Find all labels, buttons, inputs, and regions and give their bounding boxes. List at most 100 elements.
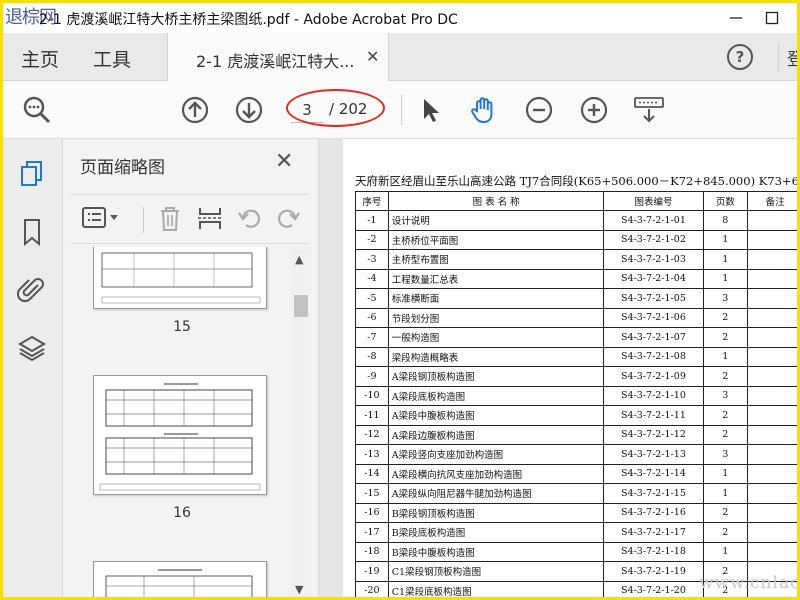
table-cell-name: 节段划分图 [387, 307, 605, 328]
table-cell-note [747, 288, 797, 309]
table-cell-no: -1 [355, 210, 389, 231]
table-row: -9 A梁段钢顶板构造图 S4-3-7-2-1-09 2 [355, 366, 797, 387]
table-cell-no: -19 [355, 561, 389, 582]
table-cell-no: -2 [355, 229, 389, 250]
table-cell-no: -3 [355, 249, 389, 270]
table-cell-code: S4-3-7-2-1-06 [603, 307, 704, 328]
layers-icon[interactable] [17, 333, 47, 363]
bookmark-icon[interactable] [17, 217, 47, 247]
table-row: -7 一般构造图 S4-3-7-2-1-07 2 [355, 327, 797, 348]
thumbnail-scrollbar[interactable]: ▲ ▼ [291, 249, 311, 597]
column-header: 序号 [355, 191, 389, 211]
table-cell-pages: 1 [702, 463, 749, 484]
minimize-button[interactable] [725, 7, 747, 29]
table-cell-code: S4-3-7-2-1-09 [603, 366, 704, 387]
table-cell-code: S4-3-7-2-1-17 [603, 522, 704, 543]
attachment-icon[interactable] [17, 275, 47, 305]
panel-title: 页面缩略图 [80, 158, 165, 178]
left-rail [3, 139, 63, 597]
tab-tools[interactable]: 工具 [93, 45, 131, 72]
table-cell-name: A梁段竖向支座加劲构造图 [387, 444, 605, 465]
zoom-search-icon[interactable] [21, 94, 53, 126]
table-cell-pages: 3 [702, 288, 749, 309]
table-row: -17 B梁段底板构造图 S4-3-7-2-1-17 2 [355, 522, 797, 543]
help-icon[interactable]: ? [727, 44, 753, 70]
select-pointer-icon[interactable] [415, 94, 447, 126]
table-cell-name: 工程数量汇总表 [387, 268, 605, 289]
table-cell-no: -20 [355, 580, 389, 597]
delete-page-icon[interactable] [155, 203, 185, 233]
table-cell-name: 标准横断面 [387, 288, 605, 309]
page-thumbnail[interactable] [93, 375, 267, 495]
table-cell-no: -7 [355, 327, 389, 348]
table-cell-no: -15 [355, 483, 389, 504]
extract-pages-icon[interactable] [195, 203, 225, 233]
table-cell-name: A梁段纵向阻尼器牛腿加劲构造图 [387, 483, 605, 504]
panel-toolbar [71, 194, 309, 244]
table-cell-name: B梁段钢顶板构造图 [387, 502, 605, 523]
zoom-out-icon[interactable] [523, 94, 555, 126]
thumbnail-page-number: 16 [173, 505, 191, 521]
table-cell-pages: 1 [702, 249, 749, 270]
table-cell-pages: 1 [702, 229, 749, 250]
pdf-page: 天府新区经眉山至乐山高速公路 TJ7合同段(K65+506.000－K72+84… [343, 139, 797, 597]
thumbnail-options-icon[interactable] [81, 203, 123, 233]
table-cell-code: S4-3-7-2-1-02 [603, 229, 704, 250]
zoom-in-icon[interactable] [578, 94, 610, 126]
table-cell-no: -6 [355, 307, 389, 328]
maximize-button[interactable] [761, 7, 783, 29]
close-panel-icon[interactable]: ✕ [275, 149, 293, 174]
window-title: 2-1 虎渡溪岷江特大桥主桥主梁图纸.pdf - Adobe Acrobat P… [39, 12, 458, 28]
table-row: -15 A梁段纵向阻尼器牛腿加劲构造图 S4-3-7-2-1-15 1 [355, 483, 797, 504]
tab-document[interactable]: 2-1 虎渡溪岷江特大... ✕ [167, 33, 389, 81]
table-cell-pages: 1 [702, 541, 749, 562]
page-thumbnails-icon[interactable] [17, 159, 47, 189]
table-cell-name: C1梁段底板构造图 [387, 580, 605, 597]
table-cell-code: S4-3-7-2-1-11 [603, 405, 704, 426]
table-cell-pages: 2 [702, 522, 749, 543]
table-row: -11 A梁段中腹板构造图 S4-3-7-2-1-11 2 [355, 405, 797, 426]
table-cell-note [747, 249, 797, 270]
table-cell-note [747, 229, 797, 250]
previous-page-icon[interactable] [179, 94, 211, 126]
table-row: -6 节段划分图 S4-3-7-2-1-06 2 [355, 307, 797, 328]
table-cell-no: -5 [355, 288, 389, 309]
table-cell-pages: 2 [702, 424, 749, 445]
document-tab-label: 2-1 虎渡溪岷江特大... [196, 52, 355, 71]
table-cell-pages: 8 [702, 210, 749, 231]
page-thumbnail[interactable] [93, 247, 267, 309]
next-page-icon[interactable] [233, 94, 265, 126]
keyboard-scroll-icon[interactable] [633, 94, 665, 126]
table-cell-code: S4-3-7-2-1-16 [603, 502, 704, 523]
table-cell-no: -16 [355, 502, 389, 523]
scroll-thumb[interactable] [294, 295, 308, 317]
table-cell-note [747, 444, 797, 465]
table-cell-no: -11 [355, 405, 389, 426]
table-cell-code: S4-3-7-2-1-05 [603, 288, 704, 309]
rotate-left-icon[interactable] [235, 203, 265, 233]
table-row: -8 梁段构造概略表 S4-3-7-2-1-08 1 [355, 346, 797, 367]
signin-button[interactable]: 登 [787, 45, 797, 70]
table-cell-name: A梁段边腹板构造图 [387, 424, 605, 445]
tab-home[interactable]: 主页 [21, 45, 59, 72]
table-cell-pages: 2 [702, 327, 749, 348]
page-thumbnail[interactable] [93, 561, 267, 597]
table-cell-note [747, 307, 797, 328]
table-cell-code: S4-3-7-2-1-01 [603, 210, 704, 231]
table-cell-pages: 2 [702, 405, 749, 426]
scroll-up-icon[interactable]: ▲ [295, 253, 303, 266]
table-cell-code: S4-3-7-2-1-14 [603, 463, 704, 484]
hand-tool-icon[interactable] [467, 94, 499, 126]
title-bar: 退棕网 2-1 虎渡溪岷江特大桥主桥主梁图纸.pdf - Adobe Acrob… [3, 3, 797, 33]
site-watermark: www.cnlao.com [699, 573, 800, 593]
table-cell-pages: 1 [702, 483, 749, 504]
scroll-down-icon[interactable]: ▼ [295, 583, 303, 596]
table-row: -10 A梁段底板构造图 S4-3-7-2-1-10 3 [355, 385, 797, 406]
table-cell-name: 一般构造图 [387, 327, 605, 348]
table-cell-code: S4-3-7-2-1-13 [603, 444, 704, 465]
close-tab-icon[interactable]: ✕ [366, 47, 379, 66]
document-view[interactable]: 天府新区经眉山至乐山高速公路 TJ7合同段(K65+506.000－K72+84… [319, 139, 797, 597]
table-cell-name: A梁段钢顶板构造图 [387, 366, 605, 387]
rotate-right-icon[interactable] [273, 203, 303, 233]
divider [143, 207, 144, 233]
